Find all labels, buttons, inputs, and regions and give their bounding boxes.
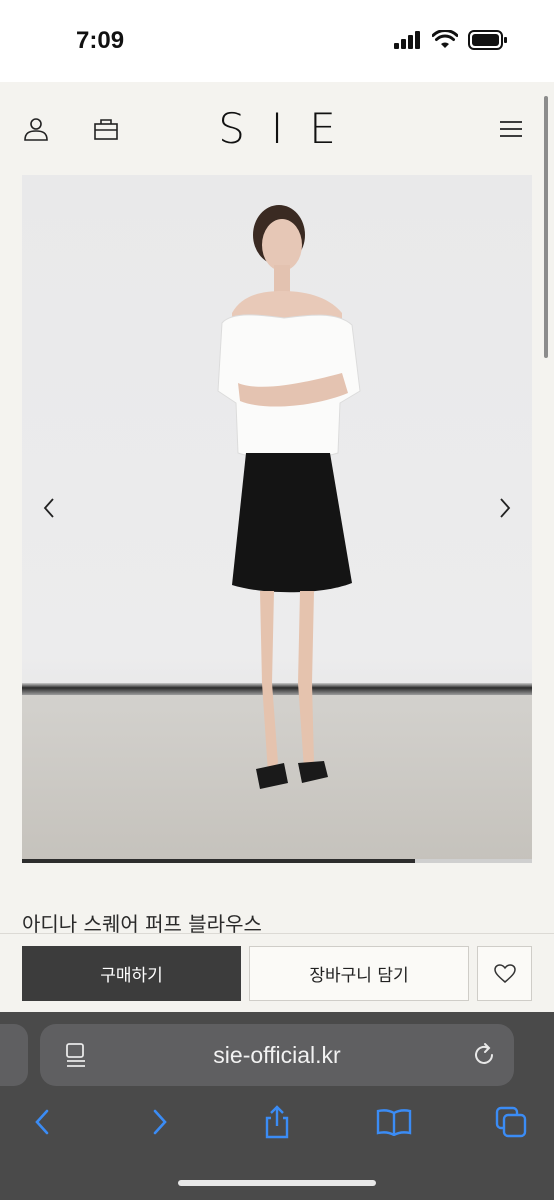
add-to-cart-button[interactable]: 장바구니 담기 bbox=[249, 946, 469, 1001]
buy-now-button[interactable]: 구매하기 bbox=[22, 946, 241, 1001]
status-time: 7:09 bbox=[76, 27, 125, 54]
battery-icon bbox=[468, 30, 507, 50]
purchase-action-bar: 구매하기 장바구니 담기 bbox=[0, 933, 554, 1012]
tabs-button[interactable] bbox=[491, 1102, 531, 1142]
wifi-icon bbox=[432, 30, 458, 48]
site-logo[interactable]: SIE bbox=[0, 104, 554, 153]
heart-icon bbox=[493, 963, 516, 983]
web-page: SIE 아디나 스퀘어 퍼프 블라우스 구매하기 장바구니 담기 bbox=[0, 82, 554, 1012]
reload-icon[interactable] bbox=[470, 1041, 498, 1069]
previous-tab-peek[interactable] bbox=[0, 1024, 28, 1086]
back-icon bbox=[35, 1109, 49, 1135]
home-indicator[interactable] bbox=[178, 1180, 376, 1186]
tabs-icon bbox=[495, 1106, 527, 1138]
wishlist-button[interactable] bbox=[477, 946, 532, 1001]
carousel-next-button[interactable] bbox=[490, 493, 520, 523]
browser-chrome: sie-official.kr bbox=[0, 1012, 554, 1200]
share-icon bbox=[265, 1105, 289, 1139]
carousel-prev-button[interactable] bbox=[34, 493, 64, 523]
bookmarks-icon bbox=[376, 1109, 412, 1136]
product-image-carousel[interactable] bbox=[22, 175, 532, 863]
back-button[interactable] bbox=[22, 1102, 62, 1142]
signal-icon bbox=[394, 31, 420, 49]
bookmarks-button[interactable] bbox=[374, 1102, 414, 1142]
menu-icon[interactable] bbox=[498, 116, 524, 142]
share-button[interactable] bbox=[257, 1102, 297, 1142]
status-icons bbox=[394, 30, 508, 50]
url-text: sie-official.kr bbox=[213, 1042, 341, 1068]
chevron-left-icon bbox=[43, 498, 54, 518]
status-bar: 7:09 bbox=[0, 0, 554, 82]
address-bar[interactable]: sie-official.kr bbox=[40, 1024, 514, 1086]
carousel-progress-bar bbox=[22, 859, 532, 863]
carousel-progress-fill bbox=[22, 859, 415, 863]
forward-icon bbox=[153, 1109, 167, 1135]
forward-button[interactable] bbox=[140, 1102, 180, 1142]
chevron-right-icon bbox=[500, 498, 511, 518]
site-header: SIE bbox=[0, 82, 554, 174]
product-photo bbox=[217, 205, 361, 789]
